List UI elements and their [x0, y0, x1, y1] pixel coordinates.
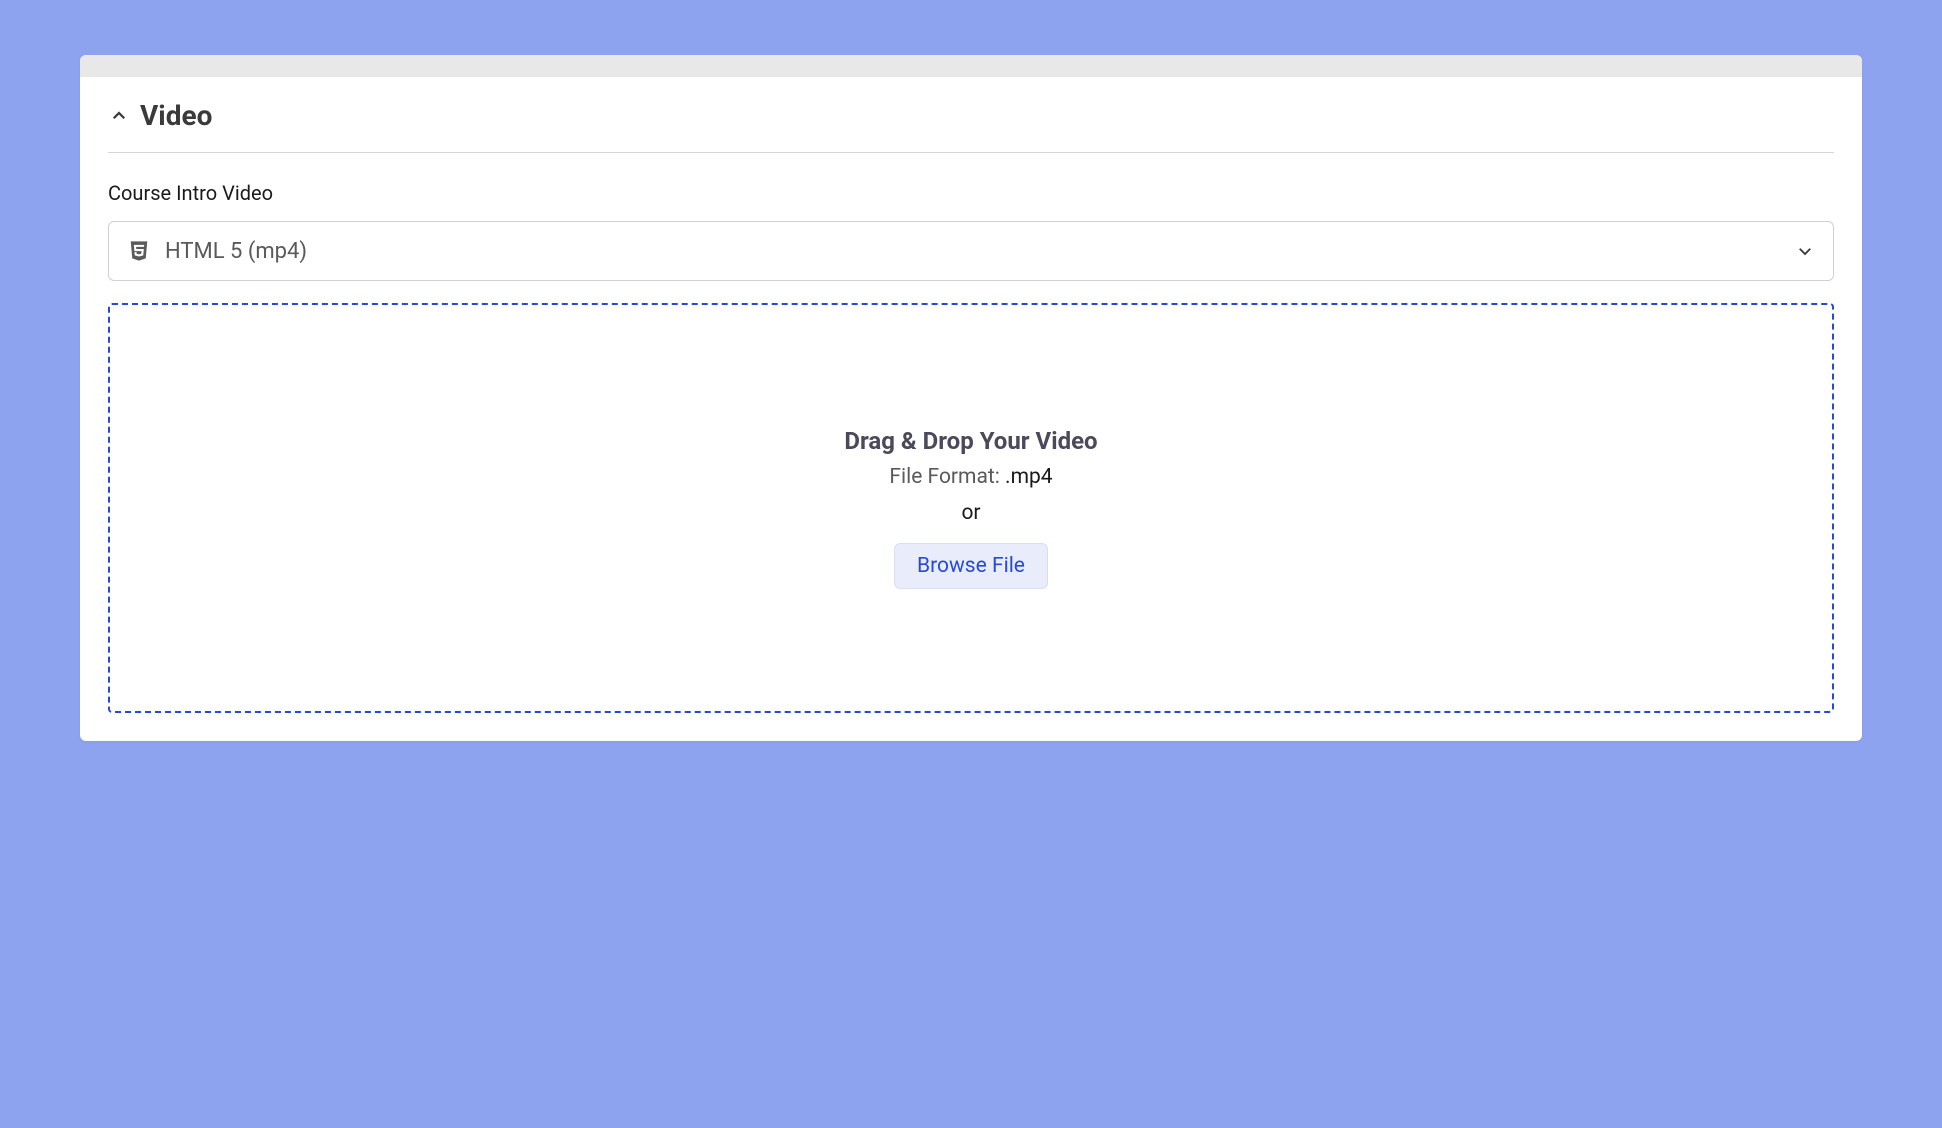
video-source-select-wrapper: HTML 5 (mp4) — [108, 221, 1834, 281]
video-section-card: Video Course Intro Video HTML 5 (mp4) Dr… — [80, 55, 1862, 741]
video-source-select[interactable]: HTML 5 (mp4) — [108, 221, 1834, 281]
dropzone-title: Drag & Drop Your Video — [844, 427, 1097, 455]
dropzone-or-text: or — [961, 501, 980, 525]
chevron-down-icon — [1795, 241, 1815, 261]
select-value: HTML 5 (mp4) — [165, 239, 1781, 264]
card-top-bar — [80, 55, 1862, 77]
html5-icon — [127, 239, 151, 263]
section-title: Video — [140, 99, 212, 132]
browse-file-button[interactable]: Browse File — [894, 543, 1048, 589]
video-dropzone[interactable]: Drag & Drop Your Video File Format: .mp4… — [108, 303, 1834, 713]
video-field-label: Course Intro Video — [108, 181, 1834, 205]
dropzone-format: File Format: .mp4 — [889, 465, 1052, 489]
chevron-up-icon — [108, 105, 130, 127]
dropzone-format-label: File Format: — [889, 465, 1005, 489]
section-divider — [108, 152, 1834, 153]
section-header-toggle[interactable]: Video — [108, 99, 1834, 152]
dropzone-format-ext: .mp4 — [1005, 465, 1053, 489]
card-body: Video Course Intro Video HTML 5 (mp4) Dr… — [80, 77, 1862, 741]
